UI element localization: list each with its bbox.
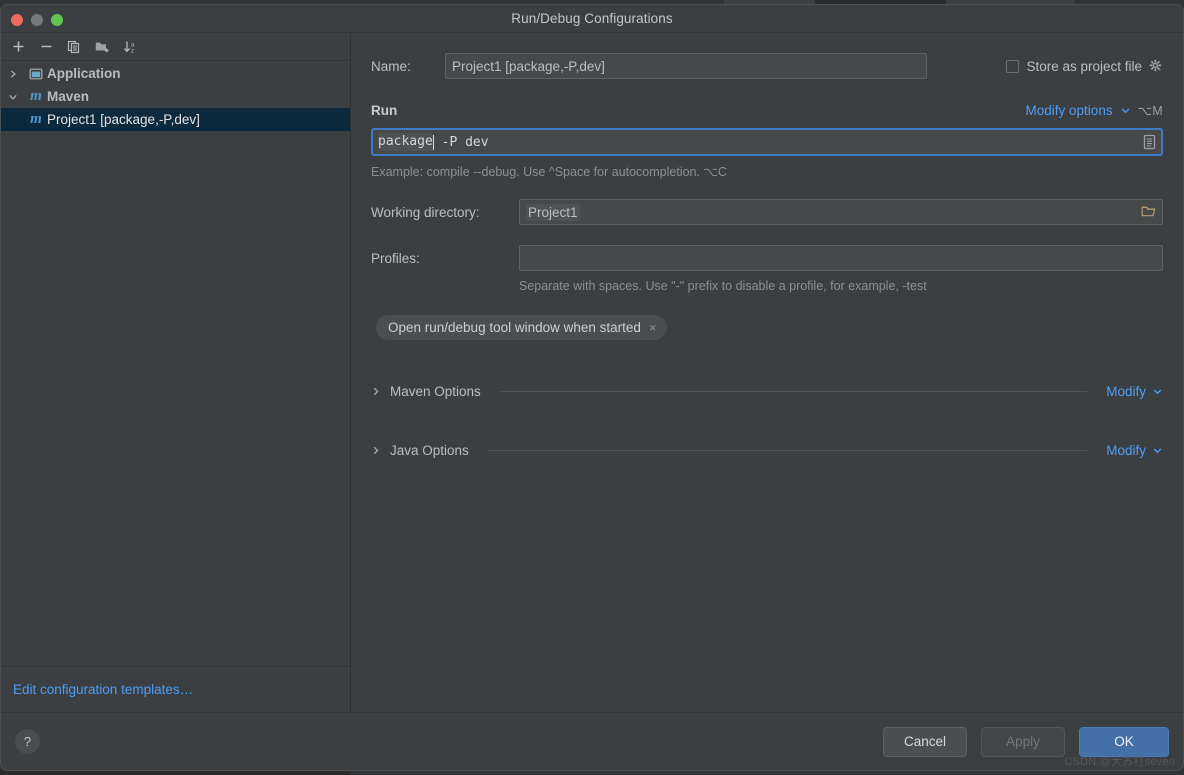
chevron-down-icon[interactable] [1152, 386, 1163, 397]
modify-options-group: Modify options ⌥M [1026, 103, 1163, 118]
chevron-right-icon[interactable] [371, 445, 381, 456]
minus-icon [41, 45, 51, 48]
open-tool-window-pill[interactable]: Open run/debug tool window when started … [376, 315, 667, 340]
working-directory-input[interactable]: Project1 [519, 199, 1163, 225]
add-configuration-button[interactable] [5, 35, 31, 59]
sort-az-icon: a z [123, 41, 135, 54]
remove-configuration-button[interactable] [33, 35, 59, 59]
chevron-down-icon[interactable] [1120, 105, 1131, 116]
folder-plus-icon [95, 42, 109, 52]
maven-icon: m [30, 111, 42, 127]
maven-options-modify-link[interactable]: Modify [1106, 384, 1146, 399]
form-area: Name: Project1 [package,-P,dev] Store as… [351, 33, 1183, 712]
configurations-sidebar: a z Application m Maven m Project1 [pack… [1, 33, 351, 712]
open-tool-window-pill-label: Open run/debug tool window when started [388, 320, 641, 335]
run-section-header: Run Modify options ⌥M [371, 103, 1163, 118]
run-command-rest-text: -P dev [433, 134, 489, 150]
tree-node-application[interactable]: Application [1, 62, 350, 85]
chevron-down-icon[interactable] [1152, 445, 1163, 456]
chevron-right-icon[interactable] [371, 386, 381, 397]
dialog-footer: ? Cancel Apply OK CSDN @大苏打seven [1, 712, 1183, 770]
working-directory-value: Project1 [526, 203, 580, 221]
dialog-title: Run/Debug Configurations [511, 11, 673, 26]
run-command-input[interactable]: package -P dev [371, 128, 1163, 156]
maven-options-title: Maven Options [390, 384, 481, 399]
section-divider [499, 391, 1088, 392]
browse-folder-icon[interactable] [1140, 204, 1158, 220]
tree-node-project1-package-p-dev[interactable]: m Project1 [package,-P,dev] [1, 108, 350, 131]
plus-icon [13, 41, 23, 52]
dialog-body: a z Application m Maven m Project1 [pack… [1, 33, 1183, 712]
options-pill-row: Open run/debug tool window when started … [376, 315, 1163, 340]
dialog-titlebar: Run/Debug Configurations [1, 5, 1183, 33]
minimize-window-icon[interactable] [31, 14, 43, 26]
chevron-down-icon[interactable] [1, 92, 25, 102]
profiles-row: Profiles: [371, 245, 1163, 271]
svg-text:a: a [131, 42, 135, 48]
name-row: Name: Project1 [package,-P,dev] Store as… [371, 53, 1163, 79]
chevron-right-icon[interactable] [1, 69, 25, 79]
run-section-title: Run [371, 103, 398, 118]
watermark: CSDN @大苏打seven [1064, 756, 1175, 768]
java-options-modify-group: Modify [1106, 443, 1163, 458]
apply-button[interactable]: Apply [981, 726, 1065, 757]
application-icon [25, 67, 47, 81]
help-button[interactable]: ? [15, 729, 40, 754]
new-folder-button[interactable] [89, 35, 115, 59]
sort-configurations-button[interactable]: a z [117, 35, 143, 59]
sidebar-footer: Edit configuration templates… [1, 666, 350, 712]
profiles-hint: Separate with spaces. Use "-" prefix to … [519, 279, 927, 293]
name-input[interactable]: Project1 [package,-P,dev] [445, 53, 927, 79]
zoom-window-icon[interactable] [51, 14, 63, 26]
dialog-action-buttons: Cancel Apply OK [883, 726, 1169, 757]
configuration-form: Name: Project1 [package,-P,dev] Store as… [351, 33, 1183, 712]
tree-node-maven[interactable]: m Maven [1, 85, 350, 108]
working-directory-label: Working directory: [371, 204, 480, 220]
configurations-toolbar: a z [1, 33, 350, 61]
maven-options-section[interactable]: Maven Options Modify [371, 384, 1163, 399]
configurations-tree: Application m Maven m Project1 [package,… [1, 61, 350, 666]
gear-icon[interactable] [1149, 59, 1163, 73]
profiles-label: Profiles: [371, 250, 420, 266]
cancel-button[interactable]: Cancel [883, 726, 967, 757]
copy-configuration-button[interactable] [61, 35, 87, 59]
java-options-section[interactable]: Java Options Modify [371, 443, 1163, 458]
copy-icon [67, 40, 80, 53]
run-command-selected-text: package [378, 133, 433, 151]
tree-label: Application [47, 66, 121, 81]
maven-options-modify-group: Modify [1106, 384, 1163, 399]
run-command-text: package -P dev [378, 133, 489, 151]
close-window-icon[interactable] [11, 14, 23, 26]
close-icon[interactable]: × [649, 321, 657, 334]
run-command-hint: Example: compile --debug. Use ^Space for… [371, 165, 727, 179]
store-as-project-file-checkbox[interactable] [1006, 59, 1020, 73]
ok-button[interactable]: OK [1079, 726, 1169, 757]
tree-label: Project1 [package,-P,dev] [47, 112, 200, 127]
svg-text:z: z [131, 48, 134, 54]
maven-icon: m [30, 88, 42, 104]
name-label: Name: [371, 58, 411, 74]
expand-editor-icon[interactable] [1142, 134, 1157, 150]
tree-label: Maven [47, 89, 90, 104]
window-controls [11, 14, 63, 26]
edit-configuration-templates-link[interactable]: Edit configuration templates… [13, 682, 193, 697]
section-divider [487, 450, 1088, 451]
modify-options-shortcut: ⌥M [1137, 104, 1163, 118]
modify-options-link[interactable]: Modify options [1026, 103, 1113, 118]
run-debug-configurations-dialog: Run/Debug Configurations a z Application… [0, 4, 1184, 771]
profiles-input[interactable] [519, 245, 1163, 271]
java-options-modify-link[interactable]: Modify [1106, 443, 1146, 458]
java-options-title: Java Options [390, 443, 469, 458]
store-as-project-file-label: Store as project file [1026, 58, 1142, 74]
store-as-project-file-group: Store as project file [1006, 59, 1163, 74]
working-directory-row: Working directory: Project1 [371, 199, 1163, 225]
